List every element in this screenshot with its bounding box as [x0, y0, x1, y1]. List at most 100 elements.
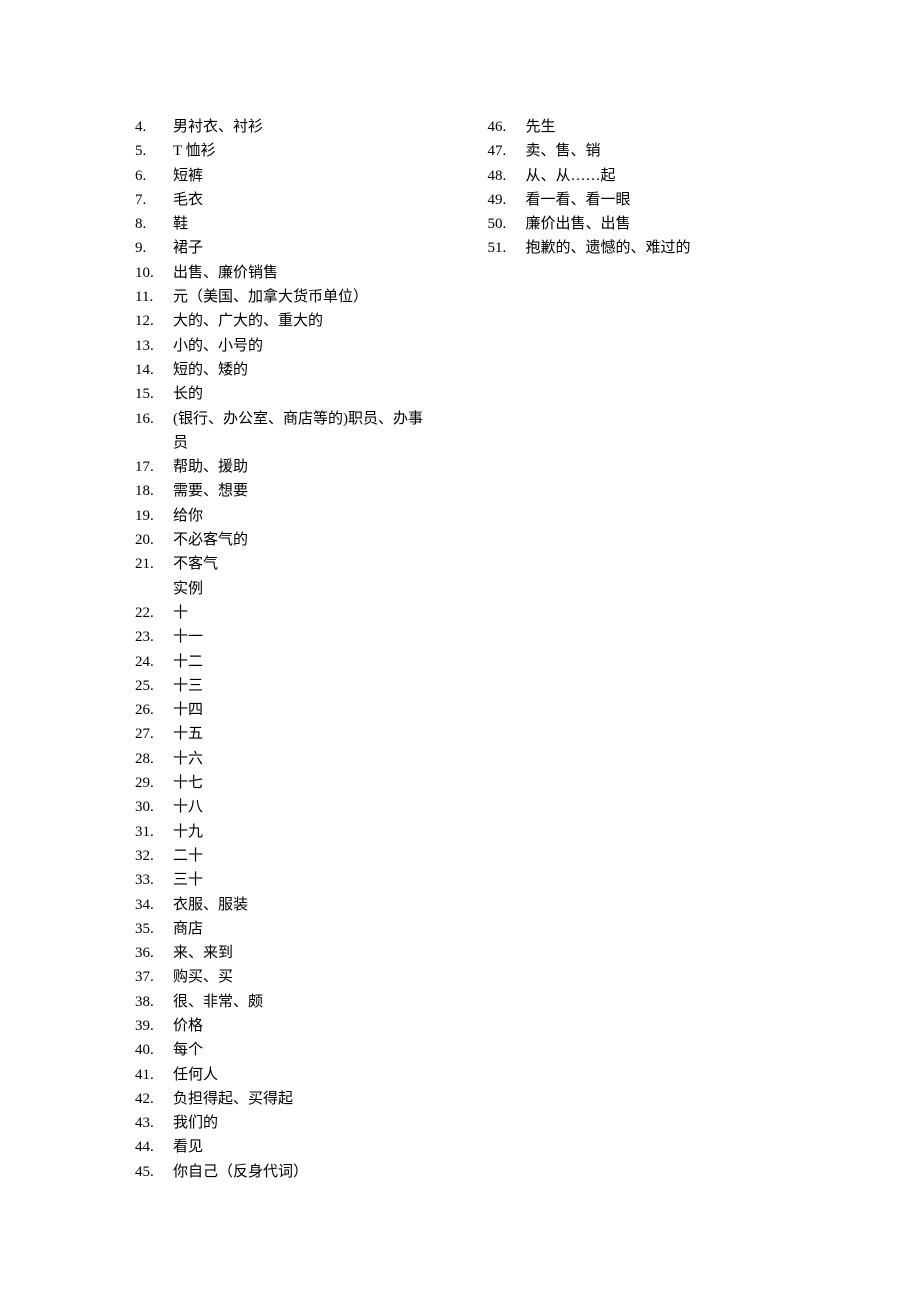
item-text: 十六	[173, 747, 448, 771]
item-text: 先生	[526, 115, 801, 139]
item-text: 元（美国、加拿大货币单位）	[173, 285, 448, 309]
item-text: 价格	[173, 1014, 448, 1038]
list-item: 10.出售、廉价销售	[135, 261, 448, 285]
list-item: 36.来、来到	[135, 941, 448, 965]
item-text: 大的、广大的、重大的	[173, 309, 448, 333]
item-number: 21.	[135, 552, 173, 576]
item-text: (银行、办公室、商店等的)职员、办事	[173, 407, 448, 431]
item-text: T 恤衫	[173, 139, 448, 163]
item-number: 6.	[135, 164, 173, 188]
item-text: 十二	[173, 650, 448, 674]
list-item: 44.看见	[135, 1135, 448, 1159]
list-item: 6.短裤	[135, 164, 448, 188]
item-text: 十八	[173, 795, 448, 819]
item-text: 来、来到	[173, 941, 448, 965]
left-column: 4.男衬衣、衬衫5.T 恤衫6.短裤7.毛衣8.鞋9.裙子10.出售、廉价销售1…	[135, 115, 448, 1184]
item-text: 裙子	[173, 236, 448, 260]
item-number: 18.	[135, 479, 173, 503]
list-item: 21.不客气	[135, 552, 448, 576]
list-item: 26.十四	[135, 698, 448, 722]
item-number: 45.	[135, 1160, 173, 1184]
list-item: 14.短的、矮的	[135, 358, 448, 382]
list-item: 50.廉价出售、出售	[488, 212, 801, 236]
item-number: 51.	[488, 236, 526, 260]
item-number: 14.	[135, 358, 173, 382]
item-number: 22.	[135, 601, 173, 625]
right-column: 46.先生47.卖、售、销48.从、从……起49.看一看、看一眼50.廉价出售、…	[488, 115, 801, 1184]
item-number: 34.	[135, 893, 173, 917]
item-text: 十九	[173, 820, 448, 844]
item-text: 我们的	[173, 1111, 448, 1135]
item-number: 4.	[135, 115, 173, 139]
item-number: 29.	[135, 771, 173, 795]
list-item: 15.长的	[135, 382, 448, 406]
item-text: 购买、买	[173, 965, 448, 989]
list-item: 19.给你	[135, 504, 448, 528]
list-item: 32.二十	[135, 844, 448, 868]
item-text: 十四	[173, 698, 448, 722]
list-item: 16.(银行、办公室、商店等的)职员、办事	[135, 407, 448, 431]
list-item: 37.购买、买	[135, 965, 448, 989]
item-number: 39.	[135, 1014, 173, 1038]
item-number: 38.	[135, 990, 173, 1014]
item-number: 20.	[135, 528, 173, 552]
item-text: 抱歉的、遗憾的、难过的	[526, 236, 801, 260]
item-text: 长的	[173, 382, 448, 406]
item-number: 28.	[135, 747, 173, 771]
item-number: 36.	[135, 941, 173, 965]
item-number: 40.	[135, 1038, 173, 1062]
item-number: 8.	[135, 212, 173, 236]
item-number: 42.	[135, 1087, 173, 1111]
item-text: 负担得起、买得起	[173, 1087, 448, 1111]
item-number: 33.	[135, 868, 173, 892]
item-text: 卖、售、销	[526, 139, 801, 163]
list-item: 46.先生	[488, 115, 801, 139]
item-text: 看见	[173, 1135, 448, 1159]
item-text: 任何人	[173, 1063, 448, 1087]
list-item: 48.从、从……起	[488, 164, 801, 188]
item-text: 鞋	[173, 212, 448, 236]
item-sub-text: 实例	[135, 577, 448, 601]
list-item: 22.十	[135, 601, 448, 625]
item-text: 男衬衣、衬衫	[173, 115, 448, 139]
item-text: 十一	[173, 625, 448, 649]
item-text: 不必客气的	[173, 528, 448, 552]
item-number: 50.	[488, 212, 526, 236]
list-item: 25.十三	[135, 674, 448, 698]
list-item: 35.商店	[135, 917, 448, 941]
item-text: 廉价出售、出售	[526, 212, 801, 236]
item-text: 十五	[173, 722, 448, 746]
list-item: 24.十二	[135, 650, 448, 674]
list-item: 29.十七	[135, 771, 448, 795]
item-number: 10.	[135, 261, 173, 285]
item-number: 7.	[135, 188, 173, 212]
list-item: 28.十六	[135, 747, 448, 771]
list-item: 20.不必客气的	[135, 528, 448, 552]
item-text: 十三	[173, 674, 448, 698]
item-number: 17.	[135, 455, 173, 479]
item-number: 37.	[135, 965, 173, 989]
list-item: 49.看一看、看一眼	[488, 188, 801, 212]
item-text: 十七	[173, 771, 448, 795]
item-text: 商店	[173, 917, 448, 941]
list-item: 17.帮助、援助	[135, 455, 448, 479]
item-text: 短的、矮的	[173, 358, 448, 382]
item-number: 9.	[135, 236, 173, 260]
item-number: 43.	[135, 1111, 173, 1135]
list-item: 12.大的、广大的、重大的	[135, 309, 448, 333]
item-number: 47.	[488, 139, 526, 163]
item-number: 41.	[135, 1063, 173, 1087]
item-text: 从、从……起	[526, 164, 801, 188]
item-number: 25.	[135, 674, 173, 698]
list-item: 23.十一	[135, 625, 448, 649]
item-text: 短裤	[173, 164, 448, 188]
list-item: 40.每个	[135, 1038, 448, 1062]
item-number: 16.	[135, 407, 173, 431]
item-text: 不客气	[173, 552, 448, 576]
item-number: 27.	[135, 722, 173, 746]
list-item: 8.鞋	[135, 212, 448, 236]
list-item: 47.卖、售、销	[488, 139, 801, 163]
list-item: 5.T 恤衫	[135, 139, 448, 163]
item-number: 5.	[135, 139, 173, 163]
list-item: 4.男衬衣、衬衫	[135, 115, 448, 139]
